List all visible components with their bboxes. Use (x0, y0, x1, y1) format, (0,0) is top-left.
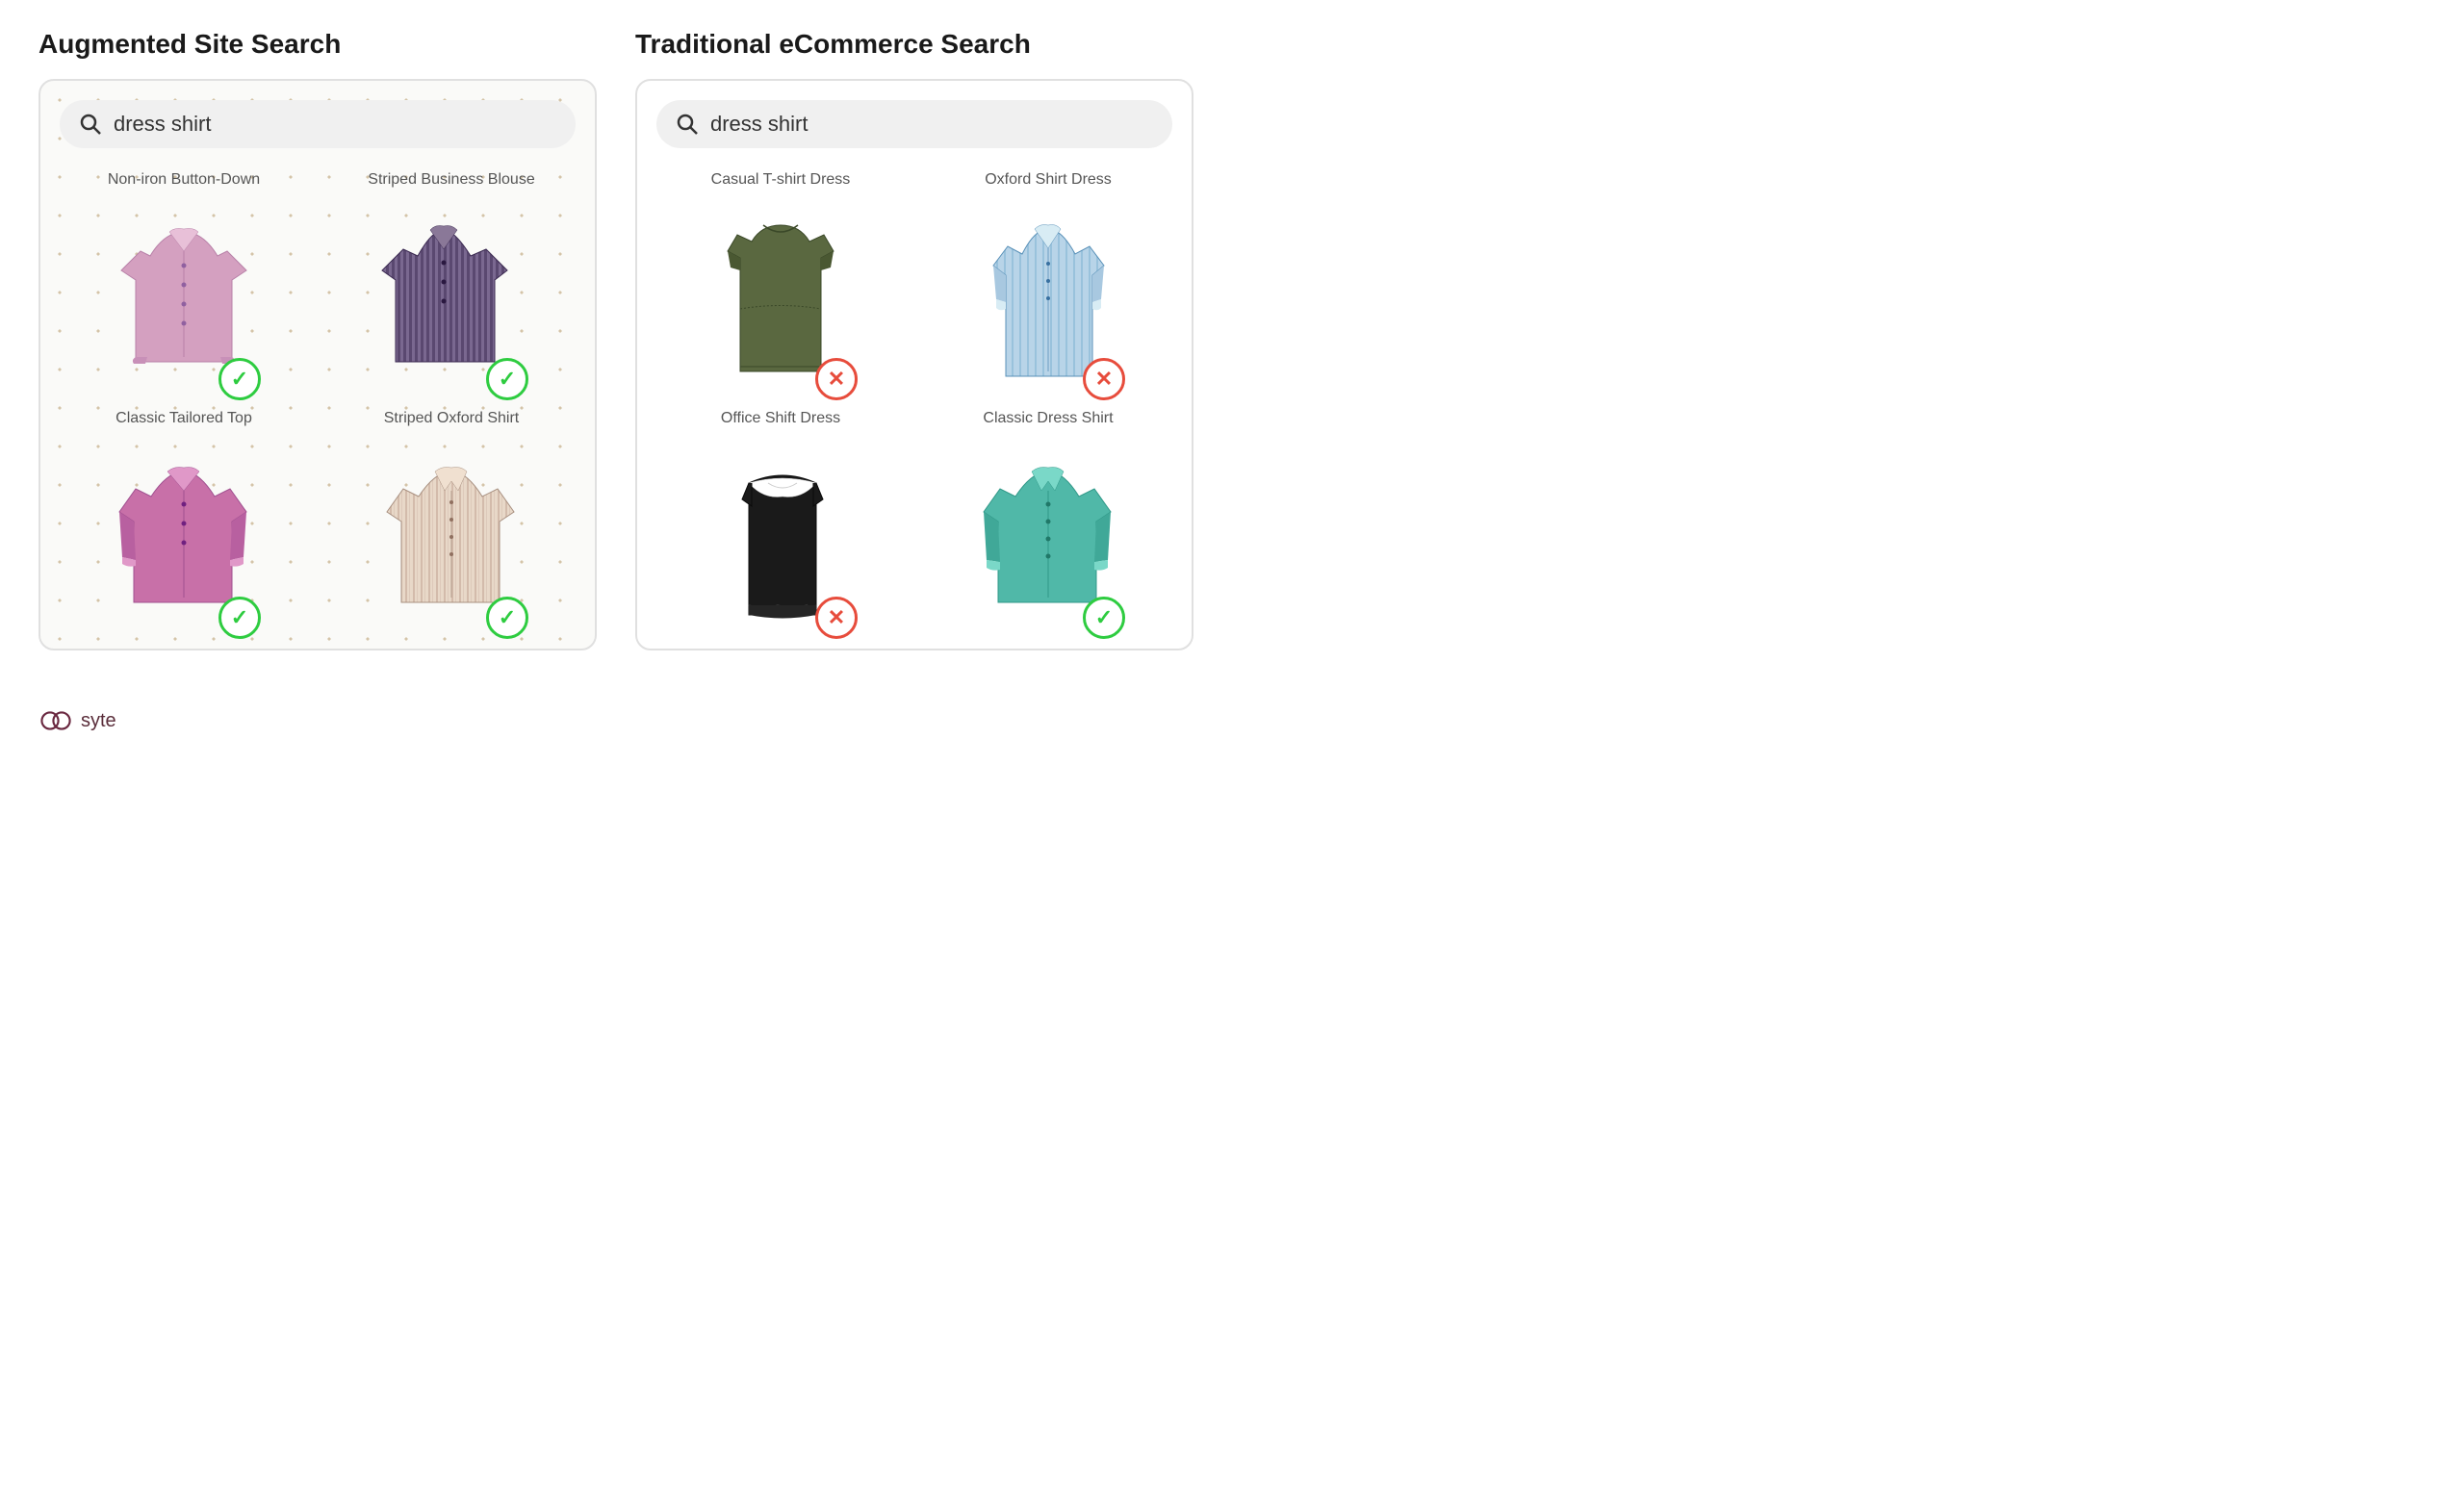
traditional-product-1: Casual T-shirt Dress (656, 171, 905, 391)
traditional-title: Traditional eCommerce Search (635, 29, 1194, 60)
product-image-trad-4: ✓ (962, 437, 1135, 629)
traditional-panel: dress shirt Casual T-shirt Dress (635, 79, 1194, 650)
traditional-product-3: Office Shift Dress (656, 410, 905, 629)
traditional-search-query: dress shirt (710, 112, 808, 137)
augmented-search-query: dress shirt (114, 112, 211, 137)
augmented-product-2: Striped Business Blouse (327, 171, 576, 391)
badge-trad-4: ✓ (1083, 597, 1125, 639)
traditional-products-grid: Casual T-shirt Dress (656, 171, 1172, 629)
footer: syte (38, 709, 1194, 732)
augmented-products-grid: Non-iron Button-Down (60, 171, 576, 629)
badge-aug-3: ✓ (218, 597, 261, 639)
syte-logo: syte (38, 709, 116, 732)
product-name-aug-3: Classic Tailored Top (116, 410, 252, 427)
traditional-product-4: Classic Dress Shirt (924, 410, 1172, 629)
augmented-product-3: Classic Tailored Top (60, 410, 308, 629)
product-image-aug-3: ✓ (97, 437, 270, 629)
product-name-aug-4: Striped Oxford Shirt (384, 410, 520, 427)
product-name-aug-1: Non-iron Button-Down (108, 171, 260, 189)
product-name-trad-2: Oxford Shirt Dress (985, 171, 1112, 189)
product-name-aug-2: Striped Business Blouse (368, 171, 534, 189)
badge-aug-2: ✓ (486, 358, 528, 400)
product-image-trad-2: ✕ (962, 198, 1135, 391)
augmented-product-1: Non-iron Button-Down (60, 171, 308, 391)
badge-trad-2: ✕ (1083, 358, 1125, 400)
product-image-aug-2: ✓ (365, 198, 538, 391)
product-image-aug-1: ✓ (97, 198, 270, 391)
syte-logo-icon (38, 709, 73, 732)
badge-trad-1: ✕ (815, 358, 858, 400)
badge-aug-1: ✓ (218, 358, 261, 400)
augmented-panel: dress shirt Non-iron Button-Down (38, 79, 597, 650)
traditional-product-2: Oxford Shirt Dress (924, 171, 1172, 391)
search-icon (79, 113, 102, 136)
augmented-title: Augmented Site Search (38, 29, 597, 60)
search-icon-traditional (676, 113, 699, 136)
product-image-trad-3: ✕ (694, 437, 867, 629)
syte-brand-name: syte (81, 710, 116, 732)
badge-aug-4: ✓ (486, 597, 528, 639)
product-image-trad-1: ✕ (694, 198, 867, 391)
augmented-section: Augmented Site Search dress shirt Non-ir… (38, 29, 597, 686)
product-name-trad-3: Office Shift Dress (721, 410, 840, 427)
traditional-search-bar[interactable]: dress shirt (656, 100, 1172, 148)
product-name-trad-4: Classic Dress Shirt (983, 410, 1113, 427)
augmented-product-4: Striped Oxford Shirt (327, 410, 576, 629)
augmented-search-bar[interactable]: dress shirt (60, 100, 576, 148)
badge-trad-3: ✕ (815, 597, 858, 639)
product-name-trad-1: Casual T-shirt Dress (711, 171, 851, 189)
traditional-section: Traditional eCommerce Search dress shirt… (635, 29, 1194, 686)
product-image-aug-4: ✓ (365, 437, 538, 629)
